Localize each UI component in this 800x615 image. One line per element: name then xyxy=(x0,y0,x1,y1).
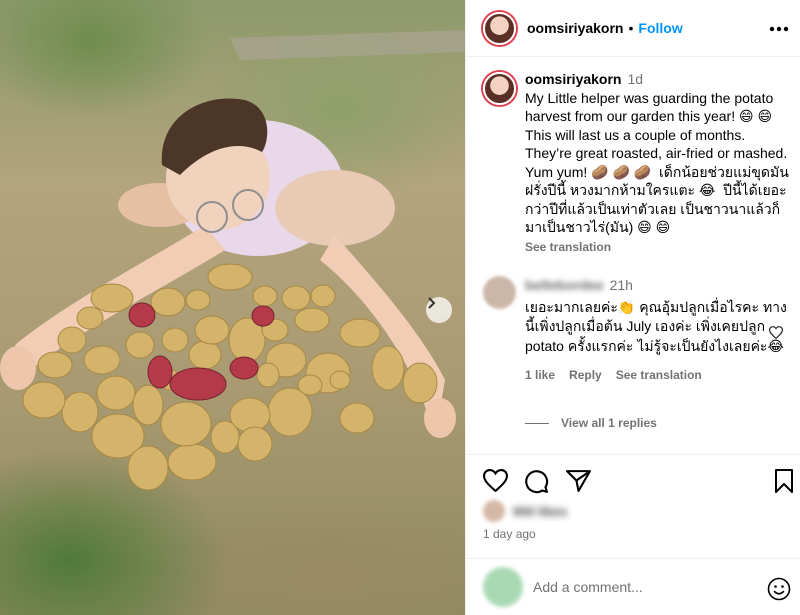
caption-text: My Little helper was guarding the potato… xyxy=(525,89,791,236)
bookmark-icon[interactable] xyxy=(774,469,794,498)
chevron-right-icon xyxy=(428,297,436,309)
heart-icon[interactable] xyxy=(482,469,509,497)
more-options-icon[interactable] xyxy=(769,16,789,36)
next-image-button[interactable] xyxy=(426,297,452,323)
author-username[interactable]: oomsiriyakorn xyxy=(527,20,623,36)
comment-item: bellebordee 21h เยอะมากเลยค่ะ👏 คุณอุ้มปลู… xyxy=(483,276,793,386)
caption-avatar[interactable] xyxy=(483,72,516,105)
view-replies-label: View all 1 replies xyxy=(561,416,657,430)
view-replies-button[interactable]: View all 1 replies xyxy=(525,416,657,430)
share-icon[interactable] xyxy=(566,469,591,497)
likes-count[interactable]: 900 likes xyxy=(513,504,567,519)
author-avatar[interactable] xyxy=(483,11,516,45)
likes-row[interactable]: 900 likes xyxy=(483,500,567,522)
comment-likes[interactable]: 1 like xyxy=(525,366,555,386)
comment-meta: 1 like Reply See translation xyxy=(525,366,793,386)
commenter-avatar[interactable] xyxy=(483,276,516,309)
post-photo xyxy=(0,0,465,615)
caption-time[interactable]: 1d xyxy=(627,71,643,87)
replies-line xyxy=(525,422,549,424)
current-user-avatar xyxy=(483,567,523,607)
comment-like-heart-icon[interactable] xyxy=(768,326,784,344)
comment-time[interactable]: 21h xyxy=(610,277,633,293)
comment-text: เยอะมากเลยค่ะ👏 คุณอุ้มปลูกเมื่อไรคะ ทางน… xyxy=(525,298,787,354)
reply-button[interactable]: Reply xyxy=(569,366,602,386)
comment-icon[interactable] xyxy=(524,469,549,499)
follow-button[interactable]: Follow xyxy=(638,20,682,36)
post-header: oomsiriyakorn • Follow xyxy=(466,0,800,57)
see-translation-link[interactable]: See translation xyxy=(525,238,793,257)
add-comment-input[interactable] xyxy=(533,579,753,595)
separator-dot: • xyxy=(628,20,634,36)
emoji-icon[interactable] xyxy=(767,577,791,606)
commenter-username[interactable]: bellebordee xyxy=(525,277,604,293)
caption-username[interactable]: oomsiriyakorn xyxy=(525,71,621,87)
add-comment-bar xyxy=(466,558,800,615)
post-side-panel: oomsiriyakorn • Follow oomsiriyakorn 1d M… xyxy=(465,0,800,615)
liker-avatar xyxy=(483,500,505,522)
photo-illustration xyxy=(0,30,465,491)
comment-see-translation[interactable]: See translation xyxy=(616,366,702,386)
post-date[interactable]: 1 day ago xyxy=(483,527,536,541)
post-caption: oomsiriyakorn 1d My Little helper was gua… xyxy=(483,70,793,256)
